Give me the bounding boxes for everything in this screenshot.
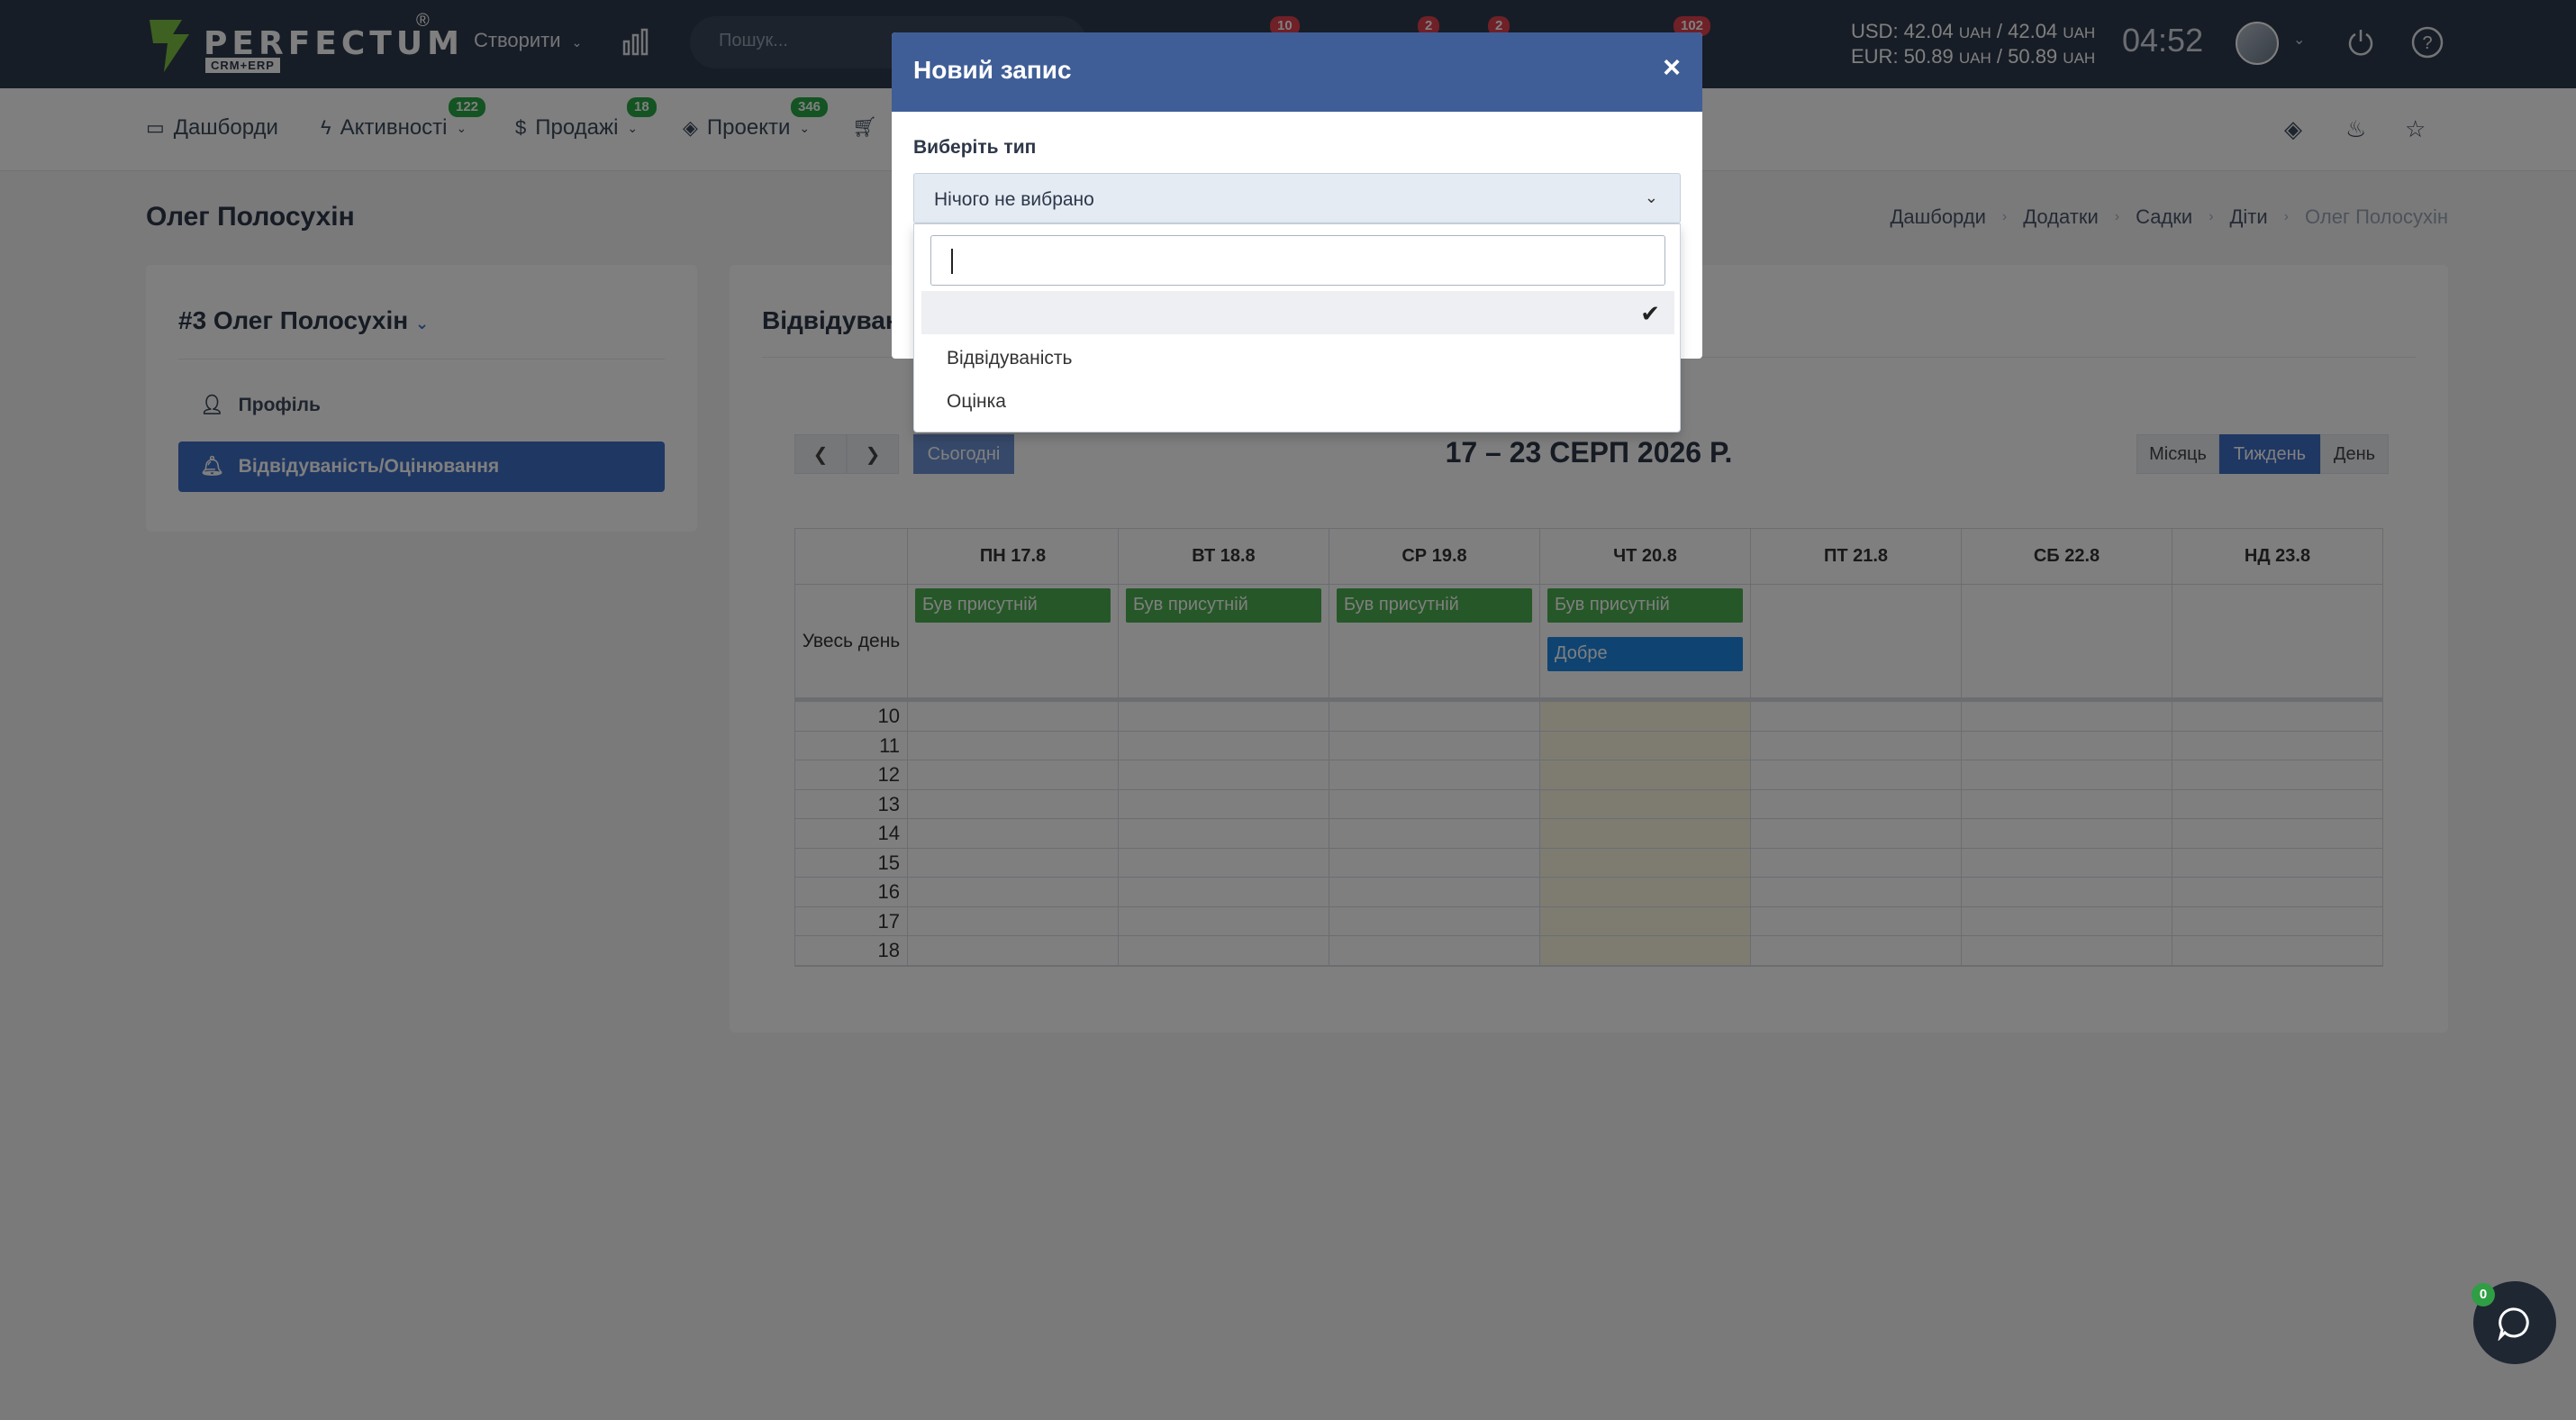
chat-badge: 0 <box>2472 1283 2495 1306</box>
modal-title: Новий запис <box>913 56 1072 84</box>
type-select[interactable]: Нічого не вибрано ⌄ <box>913 173 1681 223</box>
dropdown-option-empty[interactable]: ✔ <box>921 291 1674 334</box>
type-field-label: Виберіть тип <box>913 137 1037 158</box>
select-value: Нічого не вибрано <box>934 189 1094 210</box>
chevron-down-icon: ⌄ <box>1644 188 1658 206</box>
close-icon[interactable]: × <box>1663 52 1681 83</box>
modal-header: Новий запис × <box>892 32 1702 112</box>
chat-icon <box>2498 1307 2529 1341</box>
dropdown-search-input[interactable] <box>930 235 1665 286</box>
type-dropdown-menu: ✔ Відвідуваність Оцінка <box>913 223 1681 432</box>
dropdown-option-grade[interactable]: Оцінка <box>921 379 1674 423</box>
text-cursor <box>951 249 953 274</box>
check-icon: ✔ <box>1640 300 1660 327</box>
dropdown-option-attendance[interactable]: Відвідуваність <box>921 336 1674 379</box>
